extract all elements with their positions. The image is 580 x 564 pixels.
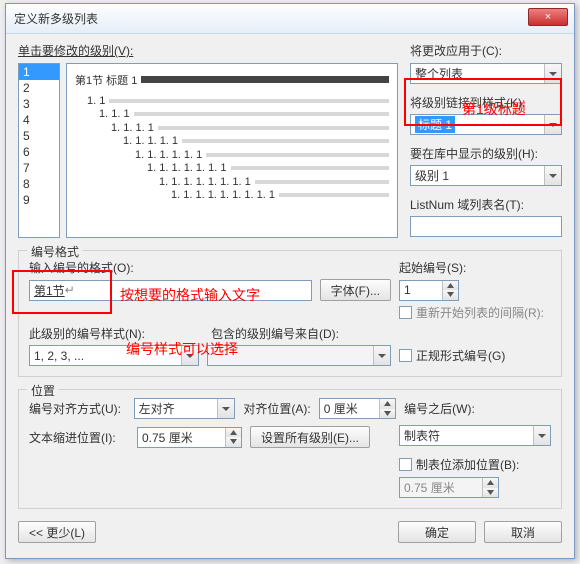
level-item[interactable]: 6 (19, 144, 59, 160)
cancel-button[interactable]: 取消 (484, 521, 562, 543)
apply-to-value: 整个列表 (415, 65, 463, 82)
right-panel: 整个列表 将级别链接到样式(K): 标题 1 要在库中显示的级别(H): 级别 … (410, 63, 562, 237)
level-item[interactable]: 4 (19, 112, 59, 128)
show-in-gallery-value: 级别 1 (415, 167, 449, 184)
legal-checkbox[interactable]: 正规形式编号(G) (399, 347, 551, 364)
spinner-down-icon[interactable] (226, 437, 241, 447)
level-item[interactable]: 8 (19, 176, 59, 192)
spinner-down-icon (483, 488, 498, 498)
preview-line-1: 第1节 标题 1 (75, 72, 137, 88)
preview-indent: 1. 1. 1. 1. 1. 1. 1 (147, 162, 227, 174)
chevron-down-icon[interactable] (373, 346, 390, 365)
legal-label: 正规形式编号(G) (416, 347, 505, 364)
preview-panel: 第1节 标题 1 1. 1 1. 1. 1 1. 1. 1. 1 1. 1. 1… (66, 63, 398, 238)
level-item[interactable]: 1 (19, 64, 59, 80)
apply-to-label: 将更改应用于(C): (410, 42, 562, 59)
chevron-down-icon[interactable] (544, 115, 561, 134)
dialog-body: 单击要修改的级别(V): 将更改应用于(C): 1 2 3 4 5 6 7 8 … (6, 34, 574, 553)
include-from-label: 包含的级别编号来自(D): (211, 325, 393, 342)
show-in-gallery-label: 要在库中显示的级别(H): (410, 145, 562, 162)
link-style-select[interactable]: 标题 1 (410, 114, 562, 135)
level-item[interactable]: 5 (19, 128, 59, 144)
spinner-down-icon[interactable] (443, 290, 458, 300)
this-level-style-label: 此级别的编号样式(N): (29, 325, 145, 342)
apply-to-select[interactable]: 整个列表 (410, 63, 562, 84)
dialog: 定义新多级列表 × 单击要修改的级别(V): 将更改应用于(C): 1 2 3 … (5, 3, 575, 559)
start-at-label: 起始编号(S): (399, 259, 551, 276)
align-value: 左对齐 (139, 400, 175, 417)
checkbox-icon (399, 306, 412, 319)
align-select[interactable]: 左对齐 (134, 398, 236, 419)
format-value: 第1节 (34, 282, 65, 299)
indent-spinner[interactable]: 0.75 厘米 (137, 427, 242, 448)
position-group: 位置 编号对齐方式(U): 左对齐 对齐位置(A): 0 厘米 编号之后(W): (18, 389, 562, 509)
set-all-button[interactable]: 设置所有级别(E)... (250, 426, 370, 448)
number-format-title: 编号格式 (27, 243, 83, 260)
include-from-select[interactable] (207, 345, 391, 366)
ok-button[interactable]: 确定 (398, 521, 476, 543)
spinner-up-icon[interactable] (380, 399, 395, 409)
align-at-value: 0 厘米 (320, 399, 379, 418)
chevron-down-icon[interactable] (533, 426, 550, 445)
preview-indent: 1. 1 (87, 95, 105, 107)
level-item[interactable]: 2 (19, 80, 59, 96)
preview-indent: 1. 1. 1 (99, 108, 130, 120)
spinner-up-icon[interactable] (443, 281, 458, 291)
tab-add-label: 制表位添加位置(B): (416, 456, 519, 473)
restart-checkbox[interactable]: 重新开始列表的间隔(R): (399, 304, 551, 321)
start-at-spinner[interactable]: 1 (399, 280, 459, 301)
level-item[interactable]: 3 (19, 96, 59, 112)
listnum-label: ListNum 域列表名(T): (410, 196, 562, 213)
restart-label: 重新开始列表的间隔(R): (416, 304, 544, 321)
preview-indent: 1. 1. 1. 1 (111, 122, 154, 134)
align-at-spinner[interactable]: 0 厘米 (319, 398, 396, 419)
level-list[interactable]: 1 2 3 4 5 6 7 8 9 (18, 63, 60, 238)
link-style-label: 将级别链接到样式(K): (410, 94, 562, 111)
align-at-label: 对齐位置(A): (243, 400, 310, 417)
this-level-style-select[interactable]: 1, 2, 3, ... (29, 345, 199, 366)
tab-spinner: 0.75 厘米 (399, 477, 499, 498)
position-title: 位置 (27, 382, 59, 399)
chevron-down-icon[interactable] (181, 346, 198, 365)
preview-indent: 1. 1. 1. 1. 1. 1. 1. 1 (159, 176, 251, 188)
follow-select[interactable]: 制表符 (399, 425, 551, 446)
close-icon: × (545, 11, 551, 23)
dialog-title: 定义新多级列表 (14, 10, 98, 27)
show-in-gallery-select[interactable]: 级别 1 (410, 165, 562, 186)
font-button[interactable]: 字体(F)... (320, 279, 391, 301)
tab-value: 0.75 厘米 (400, 478, 482, 497)
close-button[interactable]: × (528, 8, 568, 26)
align-label: 编号对齐方式(U): (29, 400, 126, 417)
titlebar[interactable]: 定义新多级列表 × (6, 4, 574, 34)
preview-indent: 1. 1. 1. 1. 1. 1. 1. 1. 1 (171, 189, 275, 201)
start-at-value: 1 (400, 281, 442, 300)
this-level-style-value: 1, 2, 3, ... (34, 349, 84, 363)
listnum-input[interactable] (410, 216, 562, 237)
preview-indent: 1. 1. 1. 1. 1. 1 (135, 149, 202, 161)
spinner-down-icon[interactable] (380, 409, 395, 419)
spinner-up-icon (483, 478, 498, 488)
chevron-down-icon[interactable] (217, 399, 234, 418)
spinner-up-icon[interactable] (226, 428, 241, 438)
indent-label: 文本缩进位置(I): (29, 429, 129, 446)
preview-indent: 1. 1. 1. 1. 1 (123, 135, 178, 147)
chevron-down-icon[interactable] (544, 166, 561, 185)
tab-add-checkbox[interactable]: 制表位添加位置(B): (399, 456, 551, 473)
click-level-label: 单击要修改的级别(V): (18, 42, 133, 59)
follow-value: 制表符 (404, 427, 440, 444)
checkbox-icon (399, 349, 412, 362)
level-item[interactable]: 7 (19, 160, 59, 176)
less-button[interactable]: << 更少(L) (18, 521, 96, 543)
follow-label: 编号之后(W): (404, 400, 551, 417)
link-style-value: 标题 1 (415, 116, 455, 133)
level-item[interactable]: 9 (19, 192, 59, 208)
indent-value: 0.75 厘米 (138, 428, 225, 447)
enter-format-label: 输入编号的格式(O): (29, 259, 134, 276)
chevron-down-icon[interactable] (544, 64, 561, 83)
checkbox-icon (399, 458, 412, 471)
number-format-group: 编号格式 输入编号的格式(O): 起始编号(S): 第1节 ↵ 字体(F)...… (18, 250, 562, 377)
format-input[interactable]: 第1节 ↵ (29, 280, 312, 301)
